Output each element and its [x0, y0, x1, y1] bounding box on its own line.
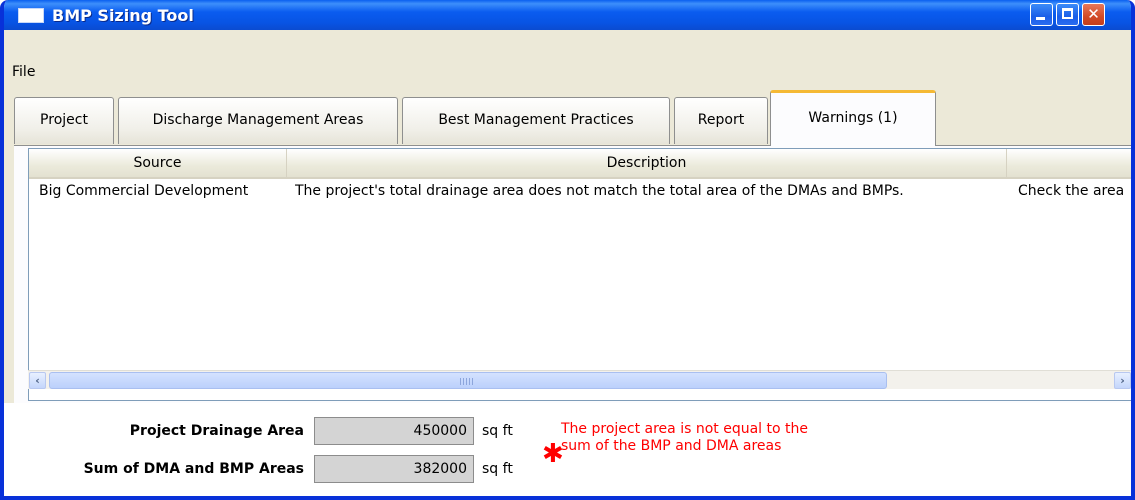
project-drainage-field: 450000	[314, 417, 474, 445]
column-header-source[interactable]: Source	[29, 149, 287, 177]
column-header-description[interactable]: Description	[287, 149, 1007, 177]
menu-file[interactable]: File	[12, 64, 35, 80]
horizontal-scrollbar[interactable]: ‹ ›	[28, 370, 1131, 389]
cell-action: Check the area	[1018, 183, 1125, 199]
warnings-panel: Source Description Big Commercial Develo…	[14, 145, 1131, 403]
area-summary: Project Drainage Area 450000 sq ft Sum o…	[4, 403, 1131, 496]
tab-warnings[interactable]: Warnings (1)	[770, 90, 936, 146]
cell-source: Big Commercial Development	[39, 183, 249, 199]
tab-project[interactable]: Project	[14, 97, 114, 144]
title-bar[interactable]: BMP Sizing Tool ✕	[4, 0, 1131, 30]
tab-best-management-practices[interactable]: Best Management Practices	[402, 97, 670, 144]
maximize-button[interactable]	[1056, 3, 1079, 26]
close-button[interactable]: ✕	[1082, 3, 1105, 26]
warnings-grid: Source Description Big Commercial Develo…	[28, 148, 1131, 401]
minimize-button[interactable]	[1030, 3, 1053, 26]
project-drainage-label: Project Drainage Area	[129, 423, 304, 439]
close-icon: ✕	[1087, 5, 1100, 23]
sum-areas-field: 382000	[314, 455, 474, 483]
scroll-left-button[interactable]: ‹	[29, 372, 46, 389]
table-row[interactable]: Big Commercial Development The project's…	[29, 179, 1131, 203]
chevron-right-icon: ›	[1120, 374, 1125, 387]
area-mismatch-warning: The project area is not equal to the sum…	[561, 421, 808, 454]
tab-discharge-management-areas[interactable]: Discharge Management Areas	[118, 97, 398, 144]
project-drainage-unit: sq ft	[482, 423, 513, 439]
grid-header: Source Description	[29, 149, 1131, 179]
cell-description: The project's total drainage area does n…	[295, 183, 904, 199]
sum-areas-unit: sq ft	[482, 461, 513, 477]
scrollbar-thumb[interactable]	[49, 372, 887, 389]
app-icon	[18, 8, 44, 23]
minimize-icon	[1036, 17, 1045, 20]
sum-areas-label: Sum of DMA and BMP Areas	[83, 461, 304, 477]
column-header-extra[interactable]	[1007, 149, 1131, 177]
chevron-left-icon: ‹	[35, 374, 40, 387]
window-title: BMP Sizing Tool	[52, 6, 194, 25]
menu-bar: File	[4, 60, 1131, 86]
maximize-icon	[1062, 8, 1073, 19]
scroll-right-button[interactable]: ›	[1114, 372, 1131, 389]
grip-icon	[460, 378, 474, 385]
tab-report[interactable]: Report	[674, 97, 768, 144]
app-window: BMP Sizing Tool ✕ File Project Discharge…	[0, 0, 1135, 500]
